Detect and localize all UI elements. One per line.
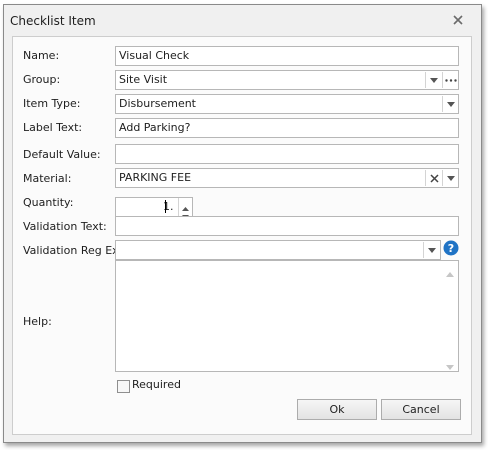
form-panel: Name: Visual Check Group: Site Visit Ite… [12, 36, 472, 435]
group-combo[interactable]: Site Visit [115, 70, 459, 90]
group-label: Group: [23, 73, 61, 86]
title-bar: Checklist Item [4, 5, 481, 35]
cancel-button-label: Cancel [402, 403, 440, 416]
item-type-label: Item Type: [23, 97, 81, 110]
material-combo[interactable]: PARKING FEE [115, 168, 459, 188]
name-value: Visual Check [119, 49, 190, 62]
close-icon[interactable] [450, 13, 466, 27]
question-icon[interactable]: ? [443, 240, 459, 256]
help-textarea[interactable] [115, 260, 459, 372]
required-checkbox[interactable] [117, 380, 130, 393]
svg-text:?: ? [448, 242, 454, 255]
chevron-down-icon[interactable] [426, 71, 442, 89]
validation-regex-combo[interactable] [115, 240, 441, 260]
label-text-label: Label Text: [23, 121, 83, 134]
item-type-value: Disbursement [119, 97, 196, 110]
quantity-label: Quantity: [23, 196, 74, 209]
scroll-up-icon[interactable] [446, 267, 454, 280]
item-type-combo[interactable]: Disbursement [115, 94, 459, 114]
cancel-button[interactable]: Cancel [381, 399, 461, 420]
ok-button[interactable]: Ok [297, 399, 377, 420]
material-label: Material: [23, 172, 72, 185]
chevron-down-icon[interactable] [443, 169, 459, 187]
chevron-down-icon[interactable] [424, 241, 440, 259]
validation-text-label: Validation Text: [23, 220, 107, 233]
required-label: Required [132, 378, 181, 391]
material-value: PARKING FEE [119, 171, 192, 184]
checklist-item-dialog: Checklist Item Name: Visual Check Group:… [3, 4, 482, 443]
scroll-down-icon[interactable] [446, 360, 454, 373]
chevron-down-icon[interactable] [443, 95, 459, 113]
default-value-label: Default Value: [23, 148, 101, 161]
quantity-stepper[interactable]: 1. [115, 197, 193, 219]
label-text-field[interactable]: Add Parking? [115, 118, 459, 138]
validation-text-field[interactable] [115, 216, 459, 236]
validation-regex-label: Validation Reg Ex: [23, 244, 123, 257]
ok-button-label: Ok [329, 403, 345, 416]
name-field[interactable]: Visual Check [115, 46, 459, 66]
text-caret [165, 200, 166, 213]
label-text-value: Add Parking? [119, 121, 191, 134]
default-value-field[interactable] [115, 144, 459, 164]
help-label: Help: [23, 315, 52, 328]
window-title: Checklist Item [10, 14, 96, 28]
ellipsis-icon[interactable] [443, 71, 459, 89]
spin-buttons [178, 198, 193, 219]
group-value: Site Visit [119, 73, 168, 86]
name-label: Name: [23, 49, 60, 62]
clear-x-icon[interactable] [426, 169, 442, 187]
help-scrollbar[interactable] [443, 262, 457, 370]
